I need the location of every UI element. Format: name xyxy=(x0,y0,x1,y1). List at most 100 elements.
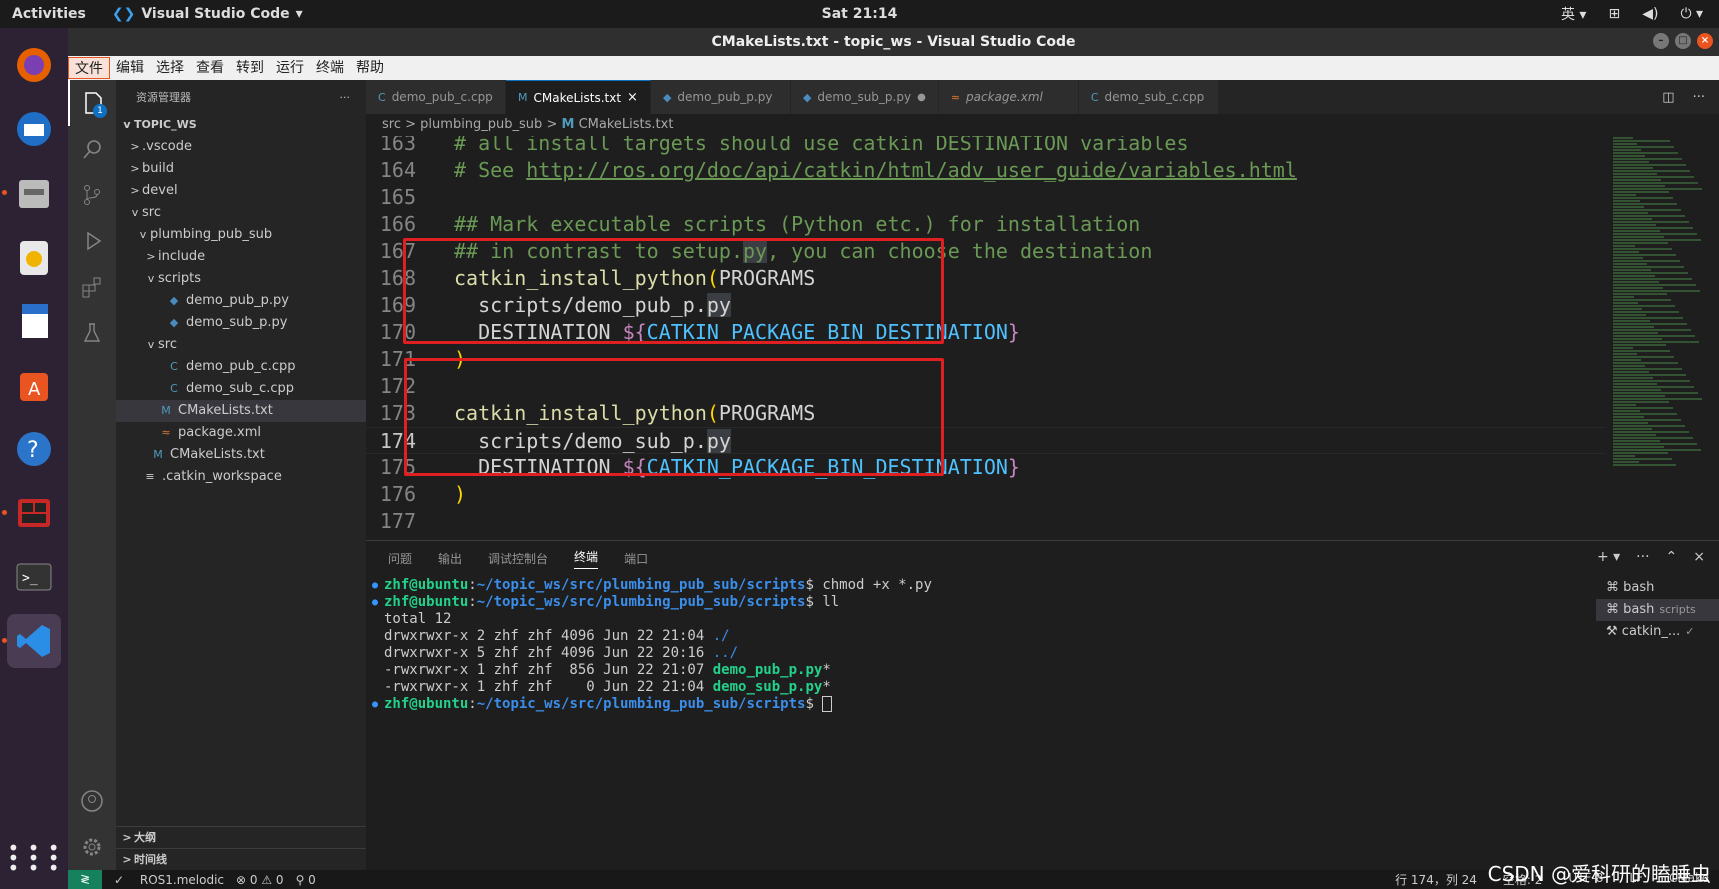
tree-item[interactable]: > include xyxy=(116,246,366,268)
prompt-user: zhf@ubuntu xyxy=(384,696,469,712)
more-actions-icon[interactable]: ··· xyxy=(340,91,351,104)
python-file-icon: ◆ xyxy=(662,90,672,104)
testing-icon[interactable] xyxy=(68,310,116,356)
panel-tab[interactable]: 输出 xyxy=(438,550,462,567)
gear-icon[interactable] xyxy=(68,824,116,870)
tree-item[interactable]: > build xyxy=(116,158,366,180)
tree-item[interactable]: Cdemo_pub_c.cpp xyxy=(116,356,366,378)
python-file-icon: ◆ xyxy=(802,90,812,104)
vscode-dock-icon[interactable] xyxy=(2,614,61,668)
breadcrumb-separator: > xyxy=(546,117,558,132)
network-icon[interactable]: ⊞ xyxy=(1608,6,1620,22)
tree-item[interactable]: Cdemo_sub_c.cpp xyxy=(116,378,366,400)
menu-edit[interactable]: 编辑 xyxy=(110,57,150,79)
tree-item[interactable]: v src xyxy=(116,202,366,224)
tab-demo_sub_c-cpp[interactable]: Cdemo_sub_c.cpp xyxy=(1078,80,1219,114)
explorer-icon[interactable]: 1 xyxy=(68,80,116,126)
menu-run[interactable]: 运行 xyxy=(270,57,310,79)
minimize-icon[interactable]: – xyxy=(1653,33,1669,49)
more-actions-icon[interactable]: ··· xyxy=(1693,90,1705,105)
tree-item[interactable]: v plumbing_pub_sub xyxy=(116,224,366,246)
problems-status[interactable]: ⊗ 0 ⚠ 0 xyxy=(236,873,284,887)
new-terminal-icon[interactable]: + ▾ xyxy=(1597,549,1620,565)
volume-icon[interactable]: ◀) xyxy=(1642,6,1658,22)
workspace-root[interactable]: v TOPIC_WS xyxy=(116,114,366,136)
tree-item[interactable]: ≈ package.xml xyxy=(116,422,366,444)
terminal-sublabel: ✓ xyxy=(1685,625,1695,638)
tree-item[interactable]: > devel xyxy=(116,180,366,202)
rhythmbox-icon[interactable] xyxy=(7,230,61,284)
menu-go[interactable]: 转到 xyxy=(230,57,270,79)
code-line: 176) xyxy=(366,481,1606,508)
panel-tab[interactable]: 端口 xyxy=(624,550,648,567)
activities-button[interactable]: Activities xyxy=(12,6,86,22)
tree-item[interactable]: M CMakeLists.txt xyxy=(116,400,366,422)
tree-item[interactable]: ◆ demo_pub_p.py xyxy=(116,290,366,312)
tab-demo_pub_c-cpp[interactable]: Cdemo_pub_c.cpp xyxy=(366,80,506,114)
panel-tab[interactable]: 终端 xyxy=(574,548,599,569)
menu-selection[interactable]: 选择 xyxy=(150,57,190,79)
maximize-panel-icon[interactable]: ⌃ xyxy=(1666,549,1678,565)
editor-tabs: Cdemo_pub_c.cpp M CMakeLists.txt × ◆ demo_pub… xyxy=(366,80,1719,114)
remote-icon[interactable]: ≷ xyxy=(68,870,102,889)
unsaved-dot-icon[interactable]: ● xyxy=(917,92,926,103)
breadcrumb-package[interactable]: plumbing_pub_sub xyxy=(420,117,542,132)
breadcrumb-file[interactable]: CMakeLists.txt xyxy=(579,117,674,132)
breadcrumb-src[interactable]: src xyxy=(382,117,401,132)
terminal-list-item[interactable]: ⌘ bash xyxy=(1596,577,1719,599)
input-method-indicator[interactable]: 英 ▾ xyxy=(1561,4,1586,24)
software-center-icon[interactable]: A xyxy=(7,358,61,412)
writer-icon[interactable] xyxy=(7,294,61,348)
help-icon[interactable]: ? xyxy=(7,422,61,476)
close-icon[interactable]: × xyxy=(627,90,638,105)
run-debug-icon[interactable] xyxy=(68,218,116,264)
outline-section[interactable]: > 大纲 xyxy=(116,826,366,848)
terminal-icon: ⌘ xyxy=(1606,580,1624,595)
terminal-list-item[interactable]: ⌘ bash scripts xyxy=(1596,599,1719,621)
tab-demo_pub_p-py[interactable]: ◆ demo_pub_p.py xyxy=(650,80,791,114)
tree-item[interactable]: ◆ demo_sub_p.py xyxy=(116,312,366,334)
code-line: 164 # See http://ros.org/doc/api/catkin/h… xyxy=(366,157,1606,184)
show-apps-icon[interactable]: • • • • • • • • • xyxy=(7,838,61,878)
power-icon[interactable]: ⏻ ▾ xyxy=(1680,6,1703,22)
menu-terminal[interactable]: 终端 xyxy=(310,57,350,79)
panel-tab[interactable]: 调试控制台 xyxy=(488,550,548,567)
cursor-position[interactable]: 行 174，列 24 xyxy=(1395,871,1477,888)
more-actions-icon[interactable]: ··· xyxy=(1636,549,1649,565)
tree-item[interactable]: v scripts xyxy=(116,268,366,290)
ros-status[interactable]: ✓ ROS1.melodic xyxy=(114,873,224,887)
vscode-icon: ❮❯ xyxy=(111,6,136,22)
source-control-icon[interactable] xyxy=(68,172,116,218)
timeline-section[interactable]: > 时间线 xyxy=(116,848,366,870)
tree-item[interactable]: ≡ .catkin_workspace xyxy=(116,466,366,488)
panel-tab[interactable]: 问题 xyxy=(388,550,412,567)
split-editor-icon[interactable]: ◫ xyxy=(1662,90,1674,105)
tab-demo_sub_p-py[interactable]: ◆ demo_sub_p.py ● xyxy=(790,80,939,114)
terminator-icon[interactable] xyxy=(2,486,61,540)
menu-file[interactable]: 文件 xyxy=(68,57,110,79)
tree-item[interactable]: > .vscode xyxy=(116,136,366,158)
terminal-icon[interactable]: >_ xyxy=(7,550,61,604)
firefox-icon[interactable] xyxy=(7,38,61,92)
extensions-icon[interactable] xyxy=(68,264,116,310)
close-icon[interactable]: × xyxy=(1697,33,1713,49)
cpp-file-icon: C xyxy=(378,90,386,104)
account-icon[interactable] xyxy=(68,778,116,824)
app-menu[interactable]: ❮❯ Visual Studio Code ▾ xyxy=(112,6,303,22)
search-icon[interactable] xyxy=(68,126,116,172)
ports-status[interactable]: ⚲ 0 xyxy=(296,873,316,887)
tree-item[interactable]: M CMakeLists.txt xyxy=(116,444,366,466)
tab-CMakeLists-txt[interactable]: M CMakeLists.txt × xyxy=(506,80,651,114)
tab-package-xml[interactable]: ≈ package.xml xyxy=(938,80,1079,114)
menu-help[interactable]: 帮助 xyxy=(350,57,390,79)
tree-item[interactable]: v src xyxy=(116,334,366,356)
menu-view[interactable]: 查看 xyxy=(190,57,230,79)
terminal-output[interactable]: ● zhf@ubuntu: ~/topic_ws/src/plumbing_pub_… xyxy=(372,577,1502,713)
thunderbird-icon[interactable] xyxy=(7,102,61,156)
terminal-list-item[interactable]: ⚒ catkin_... ✓ xyxy=(1596,621,1719,643)
maximize-icon[interactable]: □ xyxy=(1675,33,1691,49)
close-panel-icon[interactable]: × xyxy=(1693,549,1705,565)
files-icon[interactable] xyxy=(2,166,61,220)
minimap[interactable] xyxy=(1613,136,1711,540)
